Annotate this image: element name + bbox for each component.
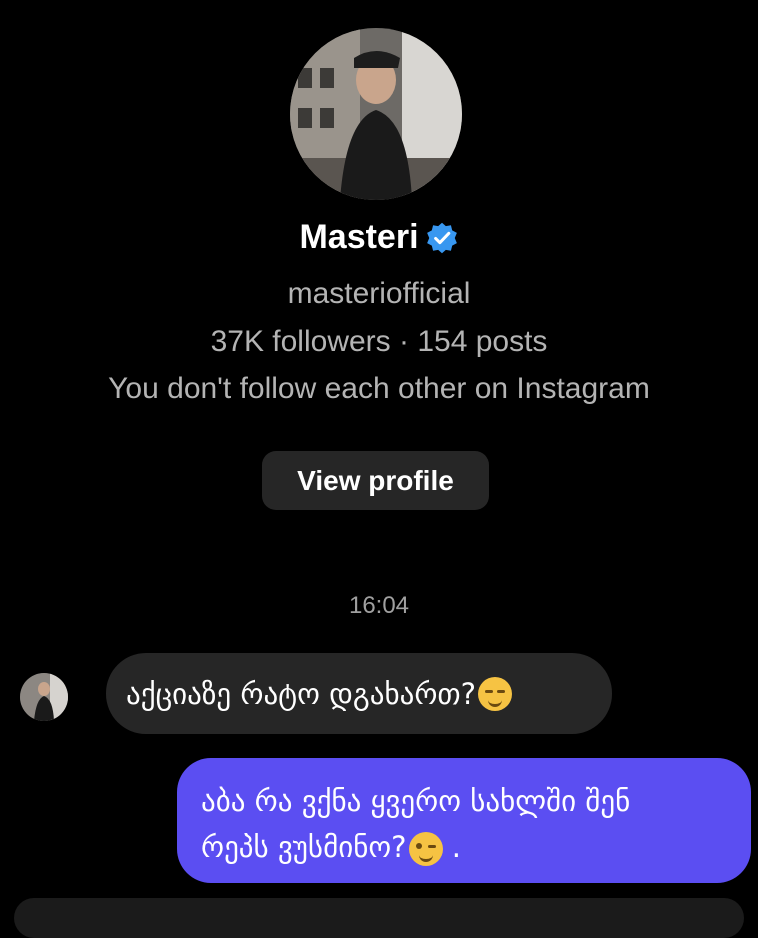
winking-face-icon xyxy=(408,832,443,866)
verified-badge-icon xyxy=(426,222,457,253)
outgoing-message-bubble[interactable]: აბა რა ვქნა ყვერო სახლში შენ რეპს ვუსმინ… xyxy=(177,758,751,883)
message-composer[interactable] xyxy=(14,898,744,938)
view-profile-button[interactable]: View profile xyxy=(262,451,489,510)
outgoing-message-line-1: აბა რა ვქნა ყვერო სახლში შენ xyxy=(201,784,631,818)
outgoing-message-line-2-row: რეპს ვუსმინო? . xyxy=(201,824,731,870)
profile-display-name: Masteri xyxy=(299,218,419,256)
incoming-message-text: აქციაზე რატო დგახართ? xyxy=(126,676,477,711)
incoming-message-bubble[interactable]: აქციაზე რატო დგახართ? xyxy=(106,653,612,734)
outgoing-message-line-2: რეპს ვუსმინო? xyxy=(201,830,407,864)
pensive-face-icon xyxy=(478,676,513,711)
message-timestamp: 16:04 xyxy=(348,592,410,619)
follow-status-note: You don't follow each other on Instagram xyxy=(108,372,650,405)
sender-avatar[interactable] xyxy=(20,673,68,721)
profile-username: masteriofficial xyxy=(287,277,471,310)
profile-stats: 37K followers · 154 posts xyxy=(210,325,548,358)
profile-avatar[interactable] xyxy=(290,28,462,200)
profile-name-row: Masteri xyxy=(0,218,758,257)
outgoing-message-trailing: . xyxy=(442,830,462,864)
